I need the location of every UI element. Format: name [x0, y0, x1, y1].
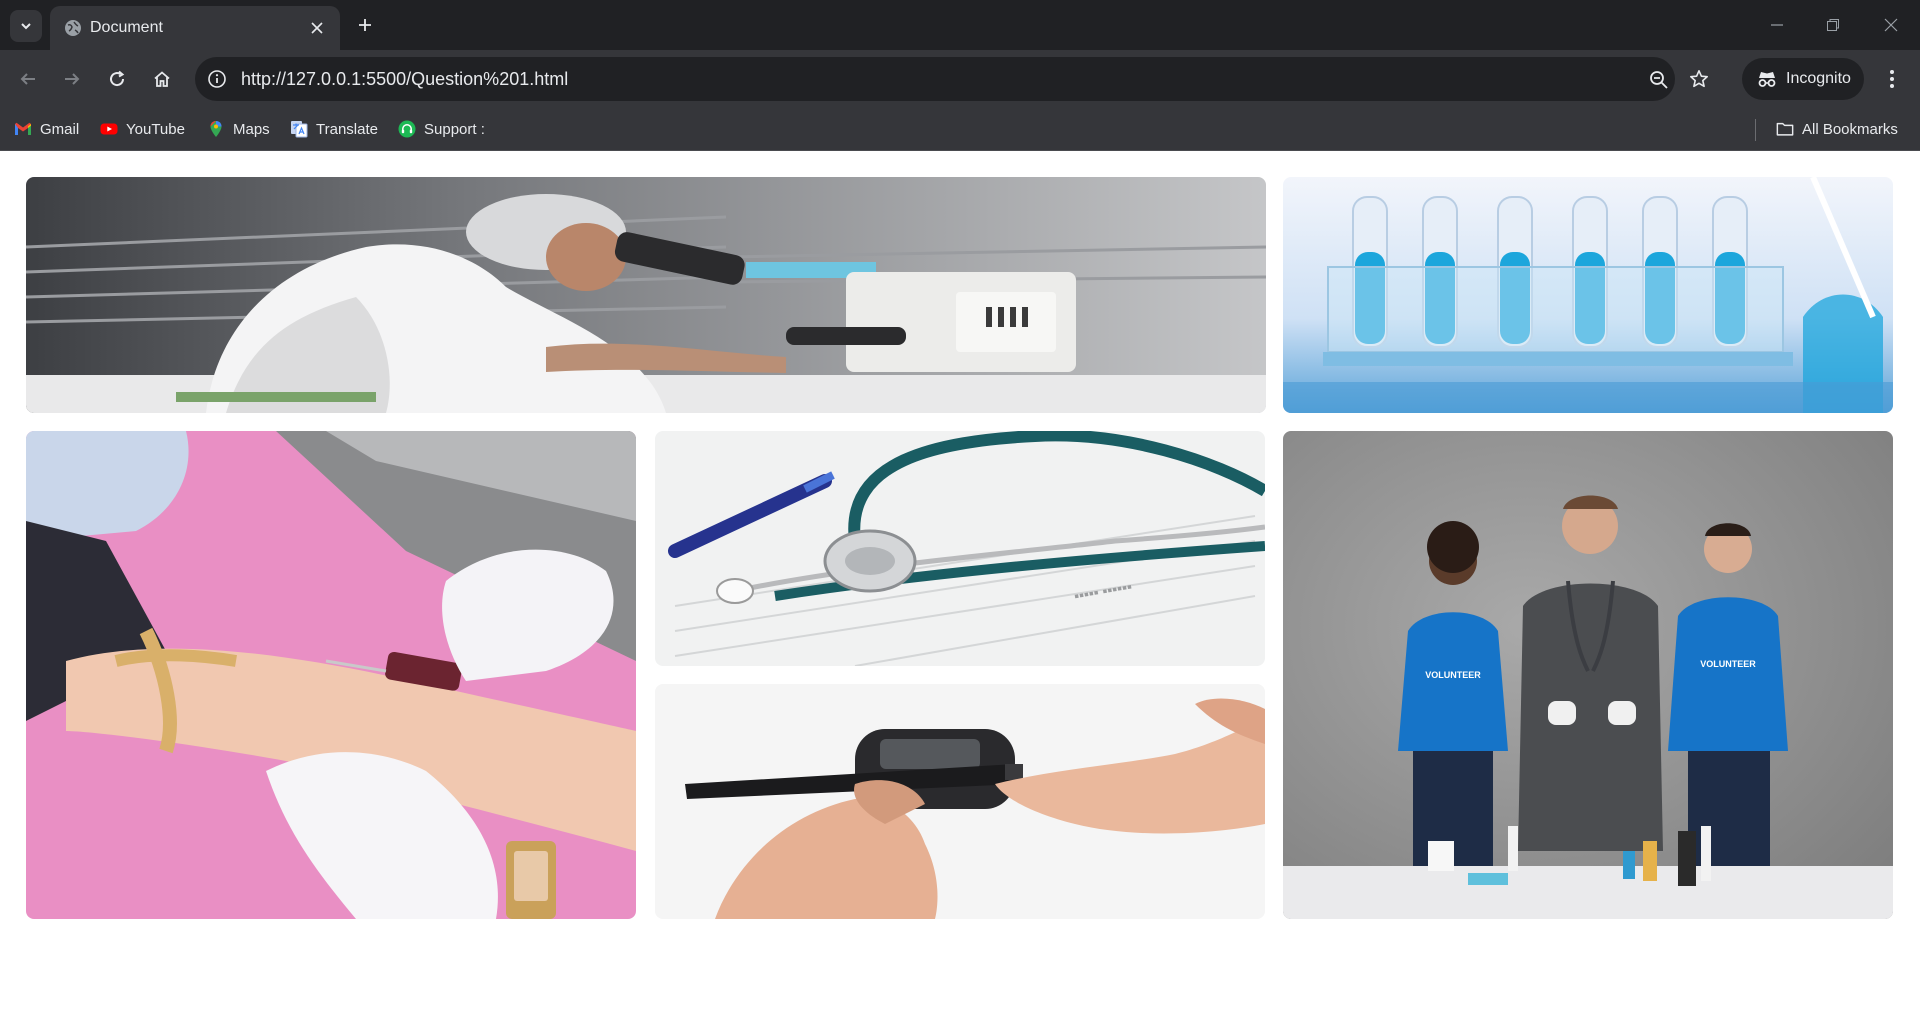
gallery-image-glucose-meter [655, 684, 1265, 919]
gallery-image-stethoscope: ▪▪▪▪▪ ▪▪▪▪▪▪ [655, 431, 1265, 666]
globe-icon [65, 20, 81, 36]
bookmark-gmail[interactable]: Gmail [14, 116, 79, 142]
support-icon [398, 120, 416, 138]
volunteer-shirt-text: VOLUNTEER [1700, 659, 1756, 669]
address-bar[interactable]: http://127.0.0.1:5500/Question%201.html [195, 57, 1675, 101]
bookmark-star-button[interactable] [1686, 66, 1712, 92]
tab-title: Document [90, 19, 163, 36]
minimize-button[interactable] [1762, 10, 1792, 40]
gallery-image-volunteers: VOLUNTEER VOLUNTEER [1283, 431, 1893, 919]
folder-icon [1776, 122, 1794, 136]
all-bookmarks-label: All Bookmarks [1802, 120, 1898, 138]
tab-strip: Document [0, 0, 1920, 50]
minimize-icon [1771, 24, 1783, 26]
close-window-button[interactable] [1876, 10, 1906, 40]
tab-close-button[interactable] [304, 15, 330, 41]
volunteers-image: VOLUNTEER VOLUNTEER [1283, 431, 1893, 919]
home-icon [154, 71, 170, 87]
star-icon [1690, 70, 1708, 88]
maps-icon [210, 121, 222, 137]
bookmark-support[interactable]: Support : [398, 116, 485, 142]
bookmarks-divider [1755, 119, 1756, 141]
bookmark-label: Translate [316, 120, 378, 138]
microscope-image [26, 177, 1266, 413]
more-vertical-icon [1890, 70, 1894, 88]
tab-search-button[interactable] [10, 10, 42, 42]
test-tubes-image [1283, 177, 1893, 413]
gmail-icon [15, 122, 31, 135]
home-button[interactable] [147, 64, 177, 94]
gallery-image-blood-draw [26, 431, 636, 919]
arrow-left-icon [20, 73, 35, 85]
toolbar: http://127.0.0.1:5500/Question%201.html … [0, 50, 1920, 108]
bookmark-translate[interactable]: Translate [290, 116, 378, 142]
bookmark-label: Support : [424, 120, 485, 138]
chevron-down-icon [21, 23, 31, 30]
bookmark-maps[interactable]: Maps [207, 116, 270, 142]
active-tab[interactable]: Document [50, 6, 340, 50]
glucose-meter-image [655, 684, 1265, 919]
forward-button[interactable] [57, 64, 87, 94]
stethoscope-image: ▪▪▪▪▪ ▪▪▪▪▪▪ [655, 431, 1265, 666]
close-icon [311, 22, 323, 34]
incognito-label: Incognito [1786, 70, 1851, 87]
close-icon [1884, 18, 1898, 32]
zoom-button[interactable] [1646, 67, 1672, 93]
bookmark-label: Gmail [40, 120, 80, 138]
site-info-button[interactable] [205, 67, 229, 91]
youtube-icon [100, 123, 118, 135]
bookmarks-bar: Gmail YouTube Maps Translate Support : A… [0, 108, 1920, 151]
url-text[interactable]: http://127.0.0.1:5500/Question%201.html [241, 69, 568, 90]
info-icon [208, 70, 226, 88]
reload-icon [110, 70, 125, 87]
gallery-image-microscope [26, 177, 1266, 413]
incognito-icon [1758, 72, 1776, 87]
page-viewport: ▪▪▪▪▪ ▪▪▪▪▪▪ VOLUNTEER VOLUNTEER [0, 151, 1920, 1015]
all-bookmarks-button[interactable]: All Bookmarks [1776, 116, 1898, 142]
reload-button[interactable] [102, 64, 132, 94]
browser-menu-button[interactable] [1880, 64, 1904, 94]
restore-button[interactable] [1818, 10, 1848, 40]
restore-icon [1827, 19, 1839, 31]
gallery-image-test-tubes [1283, 177, 1893, 413]
zoom-out-icon [1650, 71, 1668, 89]
bookmark-label: YouTube [126, 120, 185, 138]
back-button[interactable] [13, 64, 43, 94]
new-tab-button[interactable] [352, 12, 378, 38]
volunteer-shirt-text: VOLUNTEER [1425, 670, 1481, 680]
bookmark-youtube[interactable]: YouTube [100, 116, 185, 142]
plus-icon [359, 19, 371, 31]
incognito-badge[interactable]: Incognito [1742, 58, 1864, 100]
translate-icon [291, 121, 308, 138]
blood-draw-image [26, 431, 636, 919]
arrow-right-icon [65, 73, 80, 85]
bookmark-label: Maps [233, 120, 270, 138]
